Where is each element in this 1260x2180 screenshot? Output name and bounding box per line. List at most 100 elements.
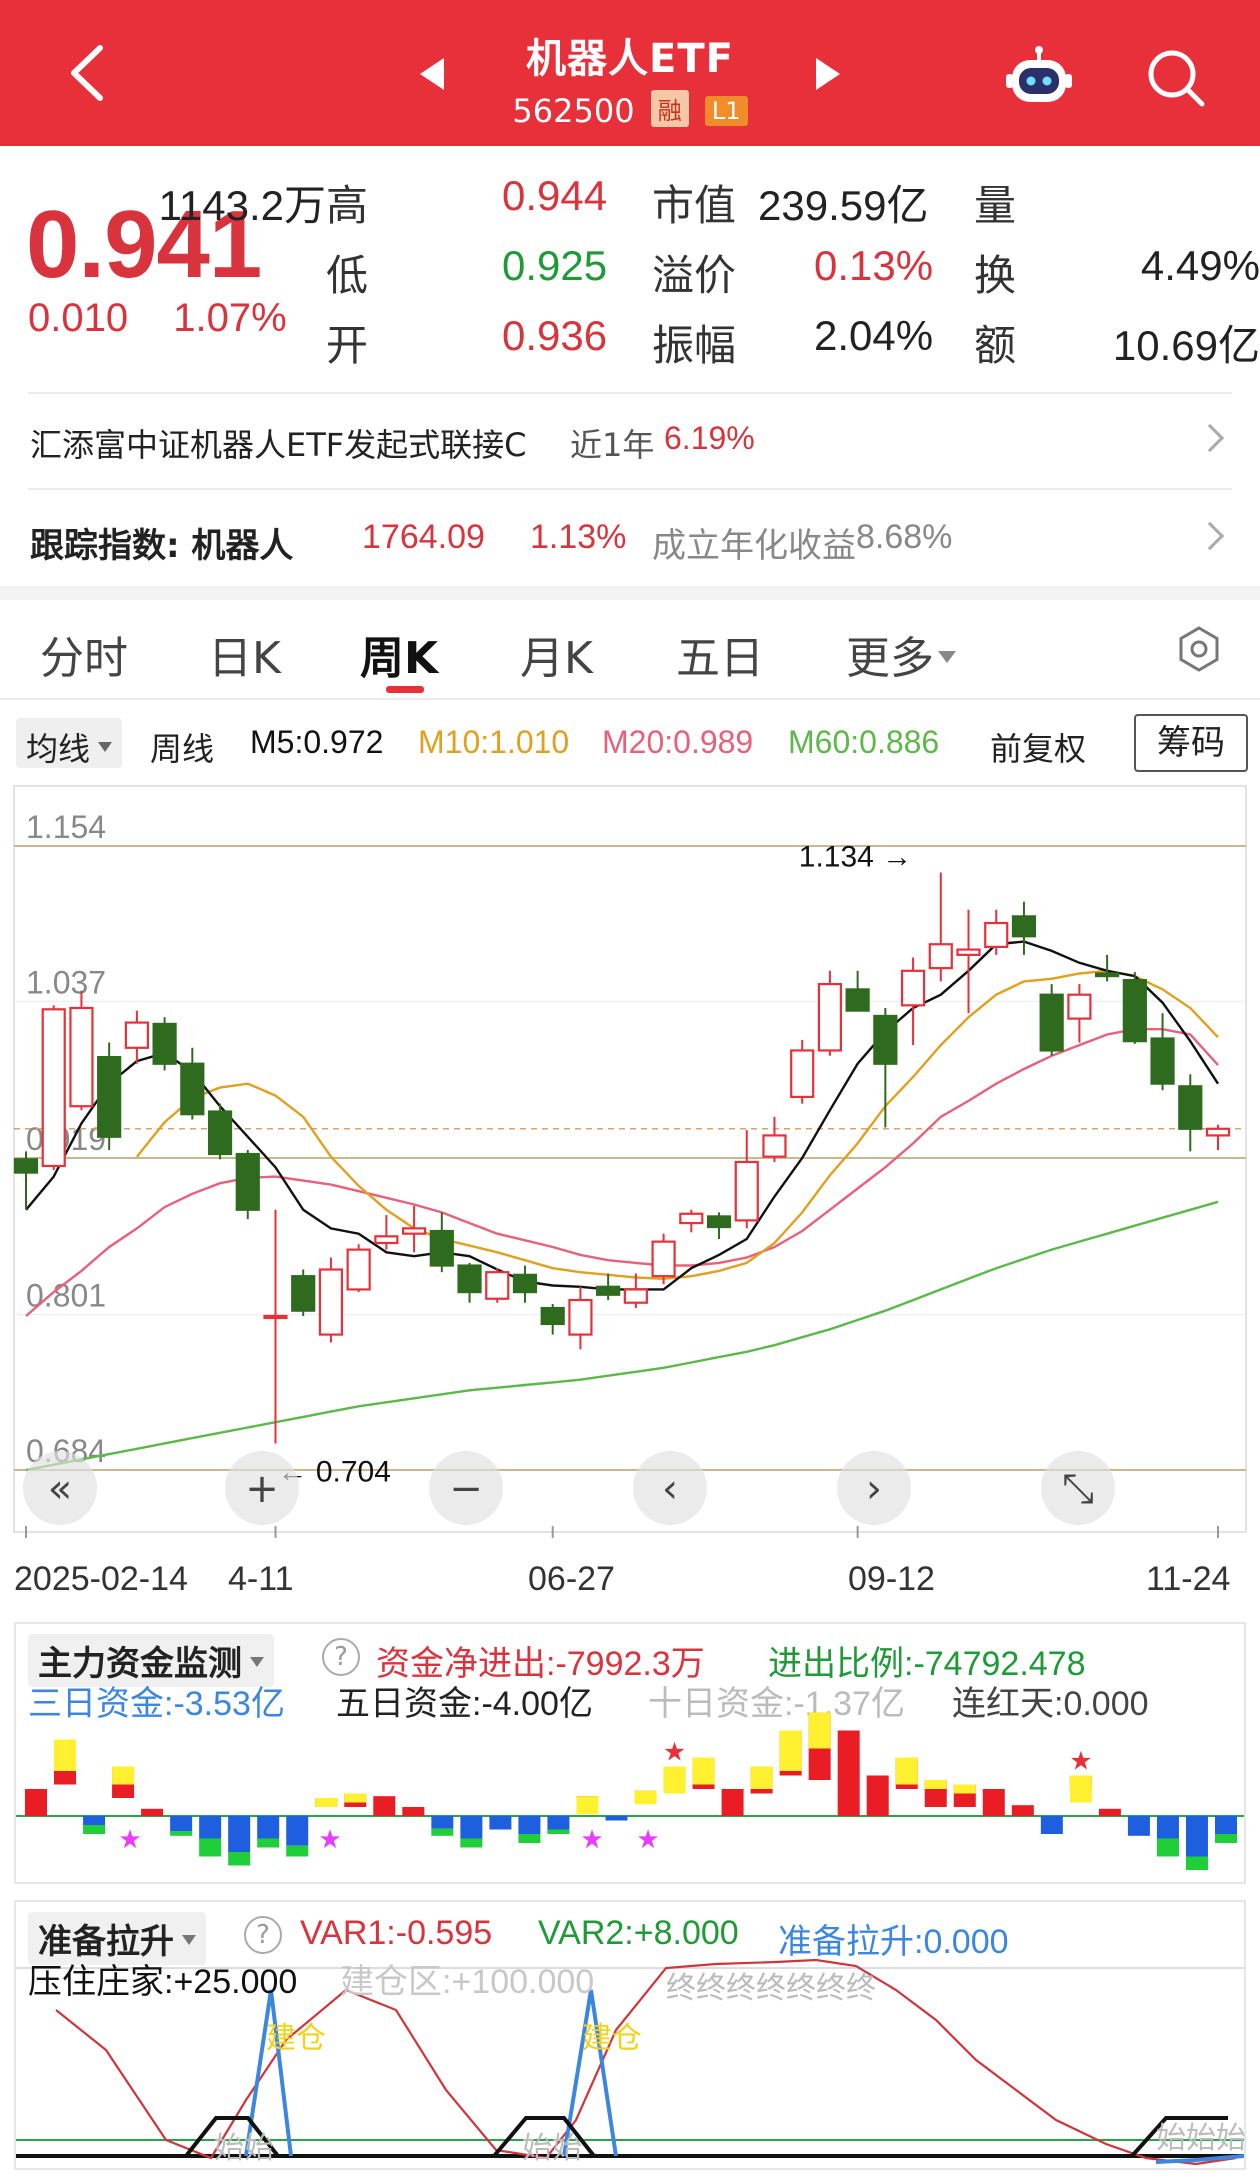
- chip-distribution-button[interactable]: 筹码: [1134, 714, 1248, 772]
- candle-body: [1205, 1127, 1231, 1137]
- outflow-bar: [1127, 1816, 1150, 1836]
- amplitude-value: 2.04%: [814, 312, 934, 359]
- candle-body: [679, 1212, 704, 1225]
- candle-body: [457, 1264, 482, 1294]
- candle-body: [1011, 915, 1037, 938]
- outflow-bar: [170, 1816, 193, 1832]
- candle-body: [1178, 1085, 1203, 1130]
- caret-down-icon: [98, 742, 113, 752]
- tracking-index-row[interactable]: 跟踪指数: 机器人 1764.09 1.13% 成立年化收益 8.68%: [0, 490, 1260, 586]
- date-label: 09-12: [848, 1560, 935, 1598]
- settings-icon[interactable]: [1176, 626, 1222, 672]
- outflow-extra-bar: [83, 1825, 106, 1834]
- date-label: 11-24: [1146, 1560, 1231, 1598]
- high-label: 高: [326, 182, 369, 229]
- candle-body: [956, 948, 981, 956]
- linked-fund-period: 近1年: [570, 426, 655, 464]
- inflow-bar: [402, 1807, 425, 1816]
- ma60-value: M60:0.886: [788, 724, 940, 760]
- candle-body: [1150, 1037, 1175, 1085]
- outflow-extra-bar: [431, 1828, 454, 1836]
- ma20-value: M20:0.989: [602, 724, 754, 760]
- tab-more[interactable]: 更多: [846, 622, 956, 686]
- tab-intraday[interactable]: 分时: [40, 622, 128, 686]
- help-icon[interactable]: ?: [244, 1916, 282, 1954]
- linked-fund-row[interactable]: 汇添富中证机器人ETF发起式联接C 近1年 6.19%: [0, 392, 1260, 488]
- ma10-value: M10:1.010: [418, 724, 570, 760]
- candle-body: [41, 1008, 66, 1168]
- var2-text: VAR2:+8.000: [538, 1914, 739, 1953]
- tab-monthly-k[interactable]: 月K: [520, 622, 593, 686]
- outflow-extra-bar: [228, 1852, 251, 1866]
- inflow-bar: [837, 1730, 860, 1816]
- amplitude-label: 振幅: [652, 322, 737, 369]
- inflow-bar: [141, 1808, 164, 1816]
- candle-body: [596, 1285, 621, 1296]
- inflow-extra-bar: [692, 1757, 715, 1785]
- high-value: 0.944: [502, 172, 608, 219]
- candle-body: [706, 1215, 732, 1229]
- purple-star-marker: ★: [318, 1825, 341, 1855]
- build-zone-label: 建仓区:: [340, 1963, 452, 2001]
- turnover-value: 4.49%: [1140, 242, 1260, 289]
- quote-row-low: 低 0.925 溢价 0.13% 换 4.49%: [326, 242, 1260, 302]
- margin-badge: 融: [650, 90, 689, 127]
- star-marker: ★: [1069, 1747, 1092, 1777]
- candle-body: [207, 1110, 233, 1156]
- indicator-selector[interactable]: 均线: [16, 718, 123, 768]
- linked-fund-return: 6.19%: [664, 420, 755, 456]
- candle-body: [180, 1062, 205, 1116]
- press-text: 压住庄家:+25.000: [28, 1954, 297, 2003]
- ma-period-label: 周线: [150, 731, 215, 767]
- period-tabs: 分时 日K 周K 月K 五日 更多: [0, 600, 1260, 700]
- inflow-extra-bar: [808, 1712, 831, 1749]
- candle-body: [263, 1314, 288, 1320]
- press-value: +25.000: [173, 1963, 298, 2001]
- kline-chart[interactable]: 1.1541.0370.9190.8010.6841.134 →← 0.704«…: [0, 780, 1260, 1550]
- candle-body: [1095, 972, 1120, 978]
- candle-body: [817, 982, 843, 1052]
- star-marker: ★: [663, 1738, 686, 1768]
- price-change: 0.010 1.07%: [28, 296, 287, 341]
- inflow-extra-bar: [1069, 1775, 1092, 1803]
- tracking-index-value: 1764.09: [362, 518, 485, 556]
- tab-weekly-k[interactable]: 周K: [360, 622, 438, 686]
- outflow-bar: [518, 1816, 541, 1834]
- fund-flow-chart[interactable]: ★ ★ ★ ★ ★ ★: [16, 1710, 1244, 1882]
- annual-return-label: 成立年化收益: [652, 526, 856, 566]
- search-icon[interactable]: [1144, 46, 1208, 110]
- inflow-extra-bar: [924, 1780, 947, 1789]
- tab-five-day[interactable]: 五日: [676, 622, 764, 686]
- zoom-control-icon: ›: [866, 1466, 882, 1512]
- outflow-bar: [1185, 1816, 1208, 1857]
- outflow-bar: [1156, 1816, 1179, 1839]
- candle-body: [401, 1227, 427, 1235]
- candle-body: [346, 1248, 371, 1291]
- candle-body: [762, 1134, 787, 1158]
- tab-daily-k[interactable]: 日K: [208, 622, 281, 686]
- candle-body: [13, 1158, 39, 1174]
- press-label: 压住庄家:: [28, 1963, 174, 2001]
- outflow-bar: [286, 1816, 309, 1846]
- robot-assistant-icon[interactable]: [1006, 44, 1072, 108]
- build-signal-text: 建仓: [582, 2021, 642, 2056]
- outflow-extra-bar: [286, 1845, 309, 1857]
- outflow-extra-bar: [547, 1829, 570, 1834]
- inflow-extra-bar: [112, 1766, 135, 1785]
- caret-down-icon: [938, 651, 956, 663]
- price-adjust-option[interactable]: 前复权: [990, 724, 1086, 770]
- start-signal-text: 始始: [214, 2131, 274, 2166]
- market-cap-label: 市值: [652, 182, 737, 229]
- next-security-icon[interactable]: [816, 58, 840, 90]
- volume-label: 量: [974, 182, 1017, 229]
- premium-value: 0.13%: [814, 242, 934, 289]
- var2-label: VAR2:: [538, 1914, 634, 1952]
- top-nav-bar: 机器人ETF 562500 融 L1: [0, 0, 1260, 146]
- outflow-bar: [460, 1816, 483, 1839]
- help-icon[interactable]: ?: [322, 1638, 360, 1676]
- turnover-label: 换: [974, 252, 1017, 299]
- market-cap-value: 239.59亿: [758, 182, 929, 229]
- zoom-control-icon: «: [48, 1466, 72, 1512]
- purple-star-marker: ★: [118, 1825, 141, 1855]
- outflow-bar: [431, 1816, 454, 1829]
